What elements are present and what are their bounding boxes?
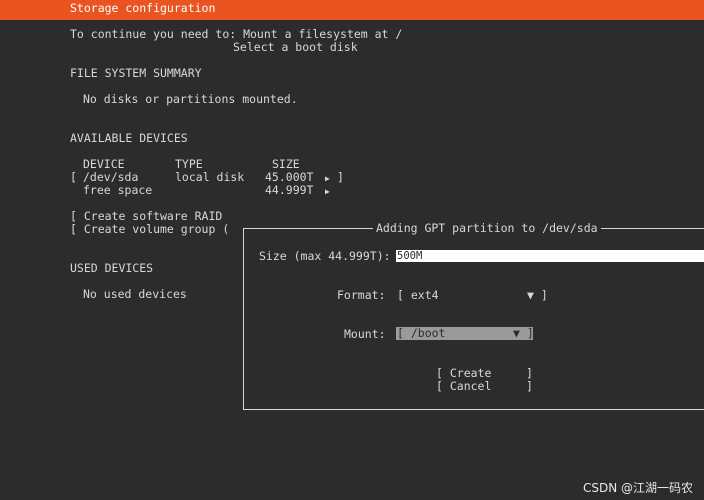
cancel-button[interactable]: [ Cancel ] xyxy=(436,380,533,393)
watermark: CSDN @江湖一码农 xyxy=(583,481,694,495)
size-input-value: 500M xyxy=(397,250,423,262)
instructions-line-2: Select a boot disk xyxy=(233,40,358,54)
dialog-title: Adding GPT partition to /dev/sda xyxy=(373,222,601,235)
chevron-down-icon: ▼ ] xyxy=(527,288,548,302)
summary-empty-text: No disks or partitions mounted. xyxy=(83,92,298,106)
used-devices-empty-text: No used devices xyxy=(83,287,187,301)
mount-select[interactable]: [ /boot ▼ ] xyxy=(396,326,534,340)
mount-select-value: [ /boot xyxy=(397,326,446,340)
page-title: Storage configuration xyxy=(70,1,216,15)
device-name: free space xyxy=(83,183,153,197)
size-input[interactable]: 500M xyxy=(396,250,704,262)
available-devices-heading: AVAILABLE DEVICES xyxy=(70,131,188,145)
create-volume-group-button[interactable]: [ Create volume group ( xyxy=(70,223,229,236)
expand-arrow-icon[interactable]: ▶ xyxy=(325,185,330,198)
format-label: Format: xyxy=(337,288,386,302)
row-close-bracket: ] xyxy=(337,170,344,184)
mount-label: Mount: xyxy=(344,327,386,341)
device-type: local disk xyxy=(175,170,245,184)
row-open-bracket: [ xyxy=(70,170,77,184)
chevron-down-icon: ▼ ] xyxy=(513,326,534,340)
device-size: 44.999T xyxy=(265,183,314,197)
format-select-value: [ ext4 xyxy=(397,288,439,302)
size-label: Size (max 44.999T): xyxy=(259,249,391,263)
used-devices-heading: USED DEVICES xyxy=(70,261,154,275)
file-system-summary-heading: FILE SYSTEM SUMMARY xyxy=(70,66,202,80)
title-bar: Storage configuration xyxy=(0,0,704,20)
expand-arrow-icon[interactable]: ▶ xyxy=(325,172,330,185)
